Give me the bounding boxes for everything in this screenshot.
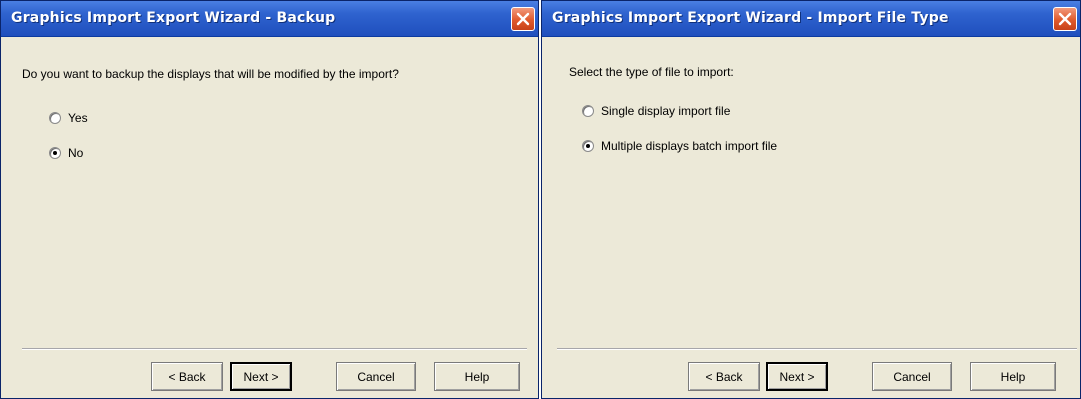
file-type-question: Select the type of file to import:: [569, 65, 734, 79]
cancel-button[interactable]: Cancel: [872, 362, 952, 391]
radio-button-icon[interactable]: [49, 112, 61, 124]
title-bar[interactable]: Graphics Import Export Wizard - Backup: [1, 1, 538, 37]
radio-label: Single display import file: [601, 104, 731, 118]
cancel-button[interactable]: Cancel: [336, 362, 416, 391]
backup-dialog: Graphics Import Export Wizard - Backup D…: [0, 0, 539, 399]
close-icon: [516, 12, 530, 26]
back-button[interactable]: < Back: [688, 362, 760, 391]
import-file-type-dialog: Graphics Import Export Wizard - Import F…: [541, 0, 1081, 399]
radio-selected-dot: [586, 144, 590, 148]
radio-selected-dot: [53, 151, 57, 155]
radio-label: No: [68, 146, 84, 160]
next-button[interactable]: Next >: [230, 362, 292, 391]
close-button[interactable]: [511, 7, 535, 31]
close-button[interactable]: [1053, 7, 1077, 31]
radio-button-icon[interactable]: [49, 147, 61, 159]
next-button[interactable]: Next >: [766, 362, 828, 391]
radio-button-icon[interactable]: [582, 140, 594, 152]
window-title: Graphics Import Export Wizard - Import F…: [552, 10, 949, 26]
title-bar[interactable]: Graphics Import Export Wizard - Import F…: [542, 1, 1080, 37]
radio-label: Yes: [68, 111, 88, 125]
radio-button-icon[interactable]: [582, 105, 594, 117]
back-button[interactable]: < Back: [151, 362, 223, 391]
help-button[interactable]: Help: [970, 362, 1056, 391]
radio-label: Multiple displays batch import file: [601, 139, 778, 153]
close-icon: [1058, 12, 1072, 26]
backup-question: Do you want to backup the displays that …: [22, 67, 399, 81]
help-button[interactable]: Help: [434, 362, 520, 391]
window-title: Graphics Import Export Wizard - Backup: [11, 10, 336, 26]
divider: [557, 348, 1077, 350]
divider: [22, 348, 527, 350]
